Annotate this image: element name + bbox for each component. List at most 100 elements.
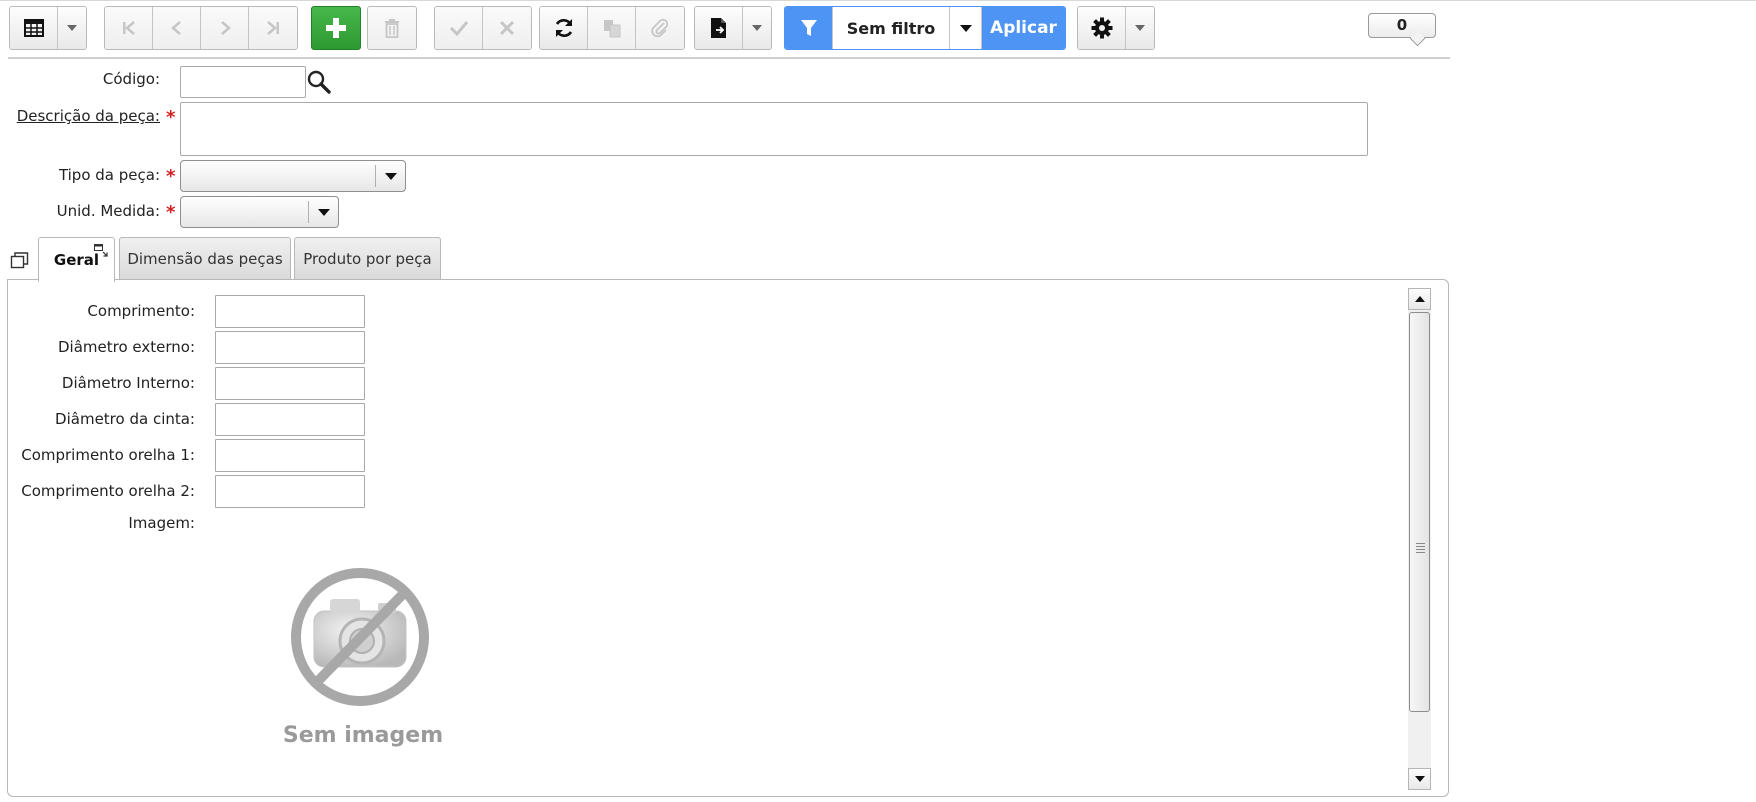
codigo-input[interactable] xyxy=(180,66,306,98)
diametro-cinta-input[interactable] xyxy=(215,403,365,436)
chevron-left-icon xyxy=(170,21,181,35)
trash-icon xyxy=(385,19,399,38)
panel-scrollbar[interactable] xyxy=(1408,288,1431,790)
check-icon xyxy=(449,21,468,36)
comprimento-orelha-1-label: Comprimento orelha 1: xyxy=(21,446,195,464)
unidade-select[interactable] xyxy=(180,196,339,228)
refresh-icon xyxy=(555,19,572,37)
view-mode-group xyxy=(9,6,87,50)
filter-label: Sem filtro xyxy=(846,18,936,38)
tab-dimensao-das-pecas[interactable]: Dimensão das peças xyxy=(119,237,291,280)
filter-dropdown[interactable] xyxy=(950,7,982,49)
unidade-select-value xyxy=(181,197,308,227)
export-document-icon xyxy=(710,18,726,38)
scroll-up-button[interactable] xyxy=(1408,288,1431,310)
plus-icon xyxy=(326,18,346,38)
tab-dimensao-label: Dimensão das peças xyxy=(127,250,283,268)
caret-down-icon xyxy=(317,208,330,216)
tab-geral-label: Geral xyxy=(53,251,100,269)
camera-crossed-icon xyxy=(291,568,429,706)
maximize-tabs-icon[interactable] xyxy=(10,251,30,269)
next-record-button[interactable] xyxy=(201,7,249,49)
search-icon xyxy=(307,70,331,94)
codigo-search-button[interactable] xyxy=(306,69,332,95)
detach-tab-icon[interactable] xyxy=(94,243,108,257)
descricao-input[interactable] xyxy=(180,102,1368,156)
tipo-select-value xyxy=(181,161,375,191)
paperclip-icon xyxy=(651,18,669,38)
caret-down-icon xyxy=(959,24,972,32)
cancel-button[interactable] xyxy=(483,7,531,49)
last-record-button[interactable] xyxy=(249,7,297,49)
add-group xyxy=(311,6,361,50)
diametro-interno-label: Diâmetro Interno: xyxy=(61,374,195,392)
delete-group xyxy=(367,6,417,50)
close-icon xyxy=(499,20,515,36)
unidade-label: Unid. Medida: xyxy=(56,202,160,220)
previous-record-button[interactable] xyxy=(153,7,201,49)
scroll-thumb[interactable] xyxy=(1409,312,1430,712)
toolbar-divider xyxy=(8,57,1450,59)
diametro-cinta-label: Diâmetro da cinta: xyxy=(55,410,195,428)
imagem-label: Imagem: xyxy=(128,514,195,532)
copy-icon xyxy=(603,20,620,38)
descricao-label[interactable]: Descrição da peça: xyxy=(17,107,160,125)
caret-down-icon xyxy=(384,172,397,180)
refresh-button[interactable] xyxy=(540,7,588,49)
comprimento-input[interactable] xyxy=(215,295,365,328)
settings-dropdown[interactable] xyxy=(1126,7,1154,49)
grid-view-button[interactable] xyxy=(10,7,58,49)
apply-filter-button[interactable]: Aplicar xyxy=(982,7,1065,49)
toolbar: Sem filtro Aplicar 0 xyxy=(0,0,1450,59)
caret-down-icon xyxy=(752,25,762,31)
export-button[interactable] xyxy=(695,7,743,49)
chevron-right-icon xyxy=(220,21,231,35)
comprimento-label: Comprimento: xyxy=(87,302,195,320)
comprimento-orelha-2-label: Comprimento orelha 2: xyxy=(21,482,195,500)
no-image-caption: Sem imagem xyxy=(282,723,444,748)
tipo-select[interactable] xyxy=(180,160,406,192)
tipo-select-caret[interactable] xyxy=(375,165,405,187)
tab-produto-por-peca[interactable]: Produto por peça xyxy=(294,237,441,280)
delete-record-button[interactable] xyxy=(368,7,416,49)
settings-group xyxy=(1077,6,1155,50)
attach-button[interactable] xyxy=(636,7,684,49)
settings-button[interactable] xyxy=(1078,7,1126,49)
tab-produto-label: Produto por peça xyxy=(303,250,432,268)
arrow-down-icon xyxy=(1414,776,1425,782)
diametro-externo-label: Diâmetro externo: xyxy=(57,338,195,356)
filter-group: Sem filtro Aplicar xyxy=(784,6,1066,50)
record-counter[interactable]: 0 xyxy=(1368,13,1436,38)
last-icon xyxy=(267,21,279,35)
gear-icon xyxy=(1091,17,1112,39)
confirm-button[interactable] xyxy=(435,7,483,49)
filter-select[interactable]: Sem filtro xyxy=(833,7,950,49)
navigation-group xyxy=(104,6,298,50)
add-record-button[interactable] xyxy=(312,7,360,49)
first-icon xyxy=(122,21,135,35)
confirm-group xyxy=(434,6,532,50)
descricao-required-mark: * xyxy=(166,107,176,128)
comprimento-orelha-1-input[interactable] xyxy=(215,439,365,472)
first-record-button[interactable] xyxy=(105,7,153,49)
view-mode-dropdown[interactable] xyxy=(58,7,86,49)
unidade-required-mark: * xyxy=(166,202,176,223)
unidade-select-caret[interactable] xyxy=(308,201,338,223)
scroll-down-button[interactable] xyxy=(1408,768,1431,790)
scroll-grip xyxy=(1416,543,1425,555)
filter-button[interactable] xyxy=(785,7,833,49)
caret-down-icon xyxy=(1135,25,1145,31)
codigo-label: Código: xyxy=(102,70,160,88)
export-dropdown[interactable] xyxy=(743,7,771,49)
filter-icon xyxy=(800,20,817,36)
export-group xyxy=(694,6,772,50)
caret-down-icon xyxy=(67,25,77,31)
diametro-externo-input[interactable] xyxy=(215,331,365,364)
tipo-label: Tipo da peça: xyxy=(58,166,160,184)
diametro-interno-input[interactable] xyxy=(215,367,365,400)
actions-group xyxy=(539,6,685,50)
comprimento-orelha-2-input[interactable] xyxy=(215,475,365,508)
no-image-placeholder[interactable] xyxy=(278,563,448,717)
arrow-up-icon xyxy=(1414,296,1425,302)
copy-button[interactable] xyxy=(588,7,636,49)
